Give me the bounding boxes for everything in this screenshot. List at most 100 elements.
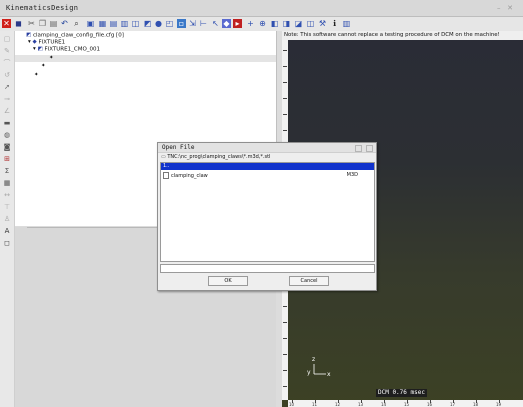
transform-icon[interactable]: ▸ (233, 19, 242, 28)
view3d-icon[interactable]: ◫ (306, 19, 315, 28)
copy-icon[interactable]: ❐ (38, 19, 47, 28)
ruler-label: 12 (335, 402, 341, 407)
open-file-dialog: Open File ▭ TNC:\nc_prog\clamping_claws\… (157, 142, 377, 291)
ruler-label: 15 (404, 402, 410, 407)
rotate-icon[interactable]: ↺ (3, 71, 11, 79)
sum-icon[interactable]: Σ (3, 167, 11, 175)
path-text: TNC:\nc_prog\clamping_claws\*.m3d,*.stl (167, 154, 271, 160)
parent-dir-entry[interactable]: 1.. (161, 163, 374, 170)
ruler-label: 17 (450, 402, 456, 407)
close-window-button[interactable]: ✕ (507, 4, 513, 12)
tree-selected-row[interactable] (15, 55, 276, 62)
cancel-button[interactable]: Cancel (289, 276, 329, 286)
filename-input[interactable] (160, 264, 375, 273)
close-app-icon[interactable]: ✕ (2, 19, 11, 28)
t-icon[interactable]: ⊤ (3, 203, 11, 211)
component-node-icon: ◩ (37, 46, 43, 52)
file-type: M3D (346, 172, 358, 178)
cube-icon[interactable]: ◙ (3, 143, 11, 151)
shape-icon[interactable]: ◩ (143, 19, 152, 28)
window-controls[interactable]: – ✕ (497, 4, 513, 12)
config-file-icon: ◩ (26, 32, 32, 38)
ruler-label: 18 (473, 402, 479, 407)
ruler-label: 14 (381, 402, 387, 407)
collision-icon[interactable]: ◆ (222, 19, 231, 28)
tree-child-node-3[interactable]: ✦ (34, 72, 39, 79)
dcm-note: Note: This software cannot replace a tes… (282, 31, 523, 40)
file-list[interactable]: 1.. clamping_claw M3D (160, 162, 375, 262)
dialog-title: Open File (162, 144, 195, 151)
link-icon[interactable]: ⌒ (3, 59, 11, 67)
expand-arrow-icon[interactable]: ▾ (33, 46, 36, 52)
joint-icon[interactable]: ⊸ (3, 95, 11, 103)
tree-child-node-2[interactable]: ✦ (41, 63, 46, 70)
frame-icon[interactable]: ◰ (165, 19, 174, 28)
text-icon[interactable]: A (3, 227, 11, 235)
axis-z-label: z (312, 356, 316, 363)
grid-small-icon[interactable]: ▦ (3, 179, 11, 187)
tree-fixture[interactable]: ▾ ◆ FIXTURE1 (28, 39, 65, 46)
file-entry[interactable]: clamping_claw M3D (163, 172, 372, 179)
tree-root[interactable]: ◩ clamping_claw_config_file.cfg [0] (26, 32, 124, 39)
axis-icon[interactable]: ⊢ (199, 19, 208, 28)
ok-button[interactable]: OK (208, 276, 248, 286)
tool-icon[interactable]: ⊕ (258, 19, 267, 28)
plus-icon[interactable]: + (246, 19, 255, 28)
ruler-label: 11 (312, 402, 318, 407)
person-icon[interactable]: ♙ (3, 215, 11, 223)
pointer-icon[interactable]: ➚ (3, 83, 11, 91)
paste-icon[interactable]: ▤ (49, 19, 58, 28)
save-icon[interactable]: ◼ (14, 19, 23, 28)
side-toolbar: ▢ ✎ ⌒ ↺ ➚ ⊸ ∠ ▬ ◍ ◙ ⊞ Σ ▦ ↔ ⊤ ♙ A ◻ (0, 31, 15, 407)
cut-icon[interactable]: ✂ (27, 19, 36, 28)
ruler-label: 10 (289, 402, 295, 407)
fixture-icon[interactable]: ◪ (294, 19, 303, 28)
view-icon[interactable]: ▣ (86, 19, 95, 28)
select-icon[interactable]: ↖ (211, 19, 220, 28)
undo-icon[interactable]: ↶ (60, 19, 69, 28)
tree-child-node-1[interactable]: ✦ (49, 55, 54, 62)
folder-icon: ▭ (161, 154, 166, 160)
component-icon[interactable]: ◧ (270, 19, 279, 28)
table-icon[interactable]: ▥ (120, 19, 129, 28)
minimize-button[interactable]: – (497, 4, 501, 12)
ruler-label: 16 (427, 402, 433, 407)
ruler-label: 13 (358, 402, 364, 407)
move-icon[interactable]: ⇲ (188, 19, 197, 28)
bullet-icon: ✦ (41, 63, 46, 69)
cylinder-icon[interactable]: ▬ (3, 119, 11, 127)
square-icon[interactable]: ◻ (3, 239, 11, 247)
title-bar: KinematicsDesign – ✕ (0, 0, 523, 17)
layers-icon[interactable]: ◫ (131, 19, 140, 28)
settings-icon[interactable]: ⚒ (318, 19, 327, 28)
mark-icon[interactable]: ⊞ (3, 155, 11, 163)
list-icon[interactable]: ▤ (109, 19, 118, 28)
pane-divider[interactable] (27, 227, 167, 228)
expand-arrow-icon[interactable]: ▾ (28, 39, 31, 45)
tree-fixture-cmo-label: FIXTURE1_CMO_001 (44, 46, 101, 53)
circle-icon[interactable]: ● (154, 19, 163, 28)
highlight-icon[interactable]: ▫ (177, 19, 186, 28)
stats-icon[interactable]: ▥ (342, 19, 351, 28)
find-icon[interactable]: ⌕ (72, 19, 81, 28)
body-icon[interactable]: ◍ (3, 131, 11, 139)
axis-x-label: x (327, 371, 331, 378)
new-icon[interactable]: ▢ (3, 35, 11, 43)
window-title: KinematicsDesign (6, 4, 79, 12)
axis-y-label: y (307, 369, 311, 376)
part-icon[interactable]: ◨ (282, 19, 291, 28)
dialog-title-bar[interactable]: Open File (158, 143, 376, 153)
ruler-icon[interactable]: ↔ (3, 191, 11, 199)
tree-fixture-cmo[interactable]: ▾ ◩ FIXTURE1_CMO_001 (33, 46, 100, 53)
info-icon[interactable]: ℹ (330, 19, 339, 28)
dialog-close-icon[interactable] (366, 145, 373, 152)
file-icon (163, 172, 169, 179)
tree-root-label: clamping_claw_config_file.cfg [0] (32, 32, 124, 39)
angle-icon[interactable]: ∠ (3, 107, 11, 115)
grid-icon[interactable]: ▦ (98, 19, 107, 28)
fixture-node-icon: ◆ (32, 39, 37, 45)
edit-icon[interactable]: ✎ (3, 47, 11, 55)
ruler-label: 19 (496, 402, 502, 407)
maximize-icon[interactable] (355, 145, 362, 152)
horizontal-ruler: 10 11 12 13 14 15 16 17 18 19 (288, 400, 523, 407)
